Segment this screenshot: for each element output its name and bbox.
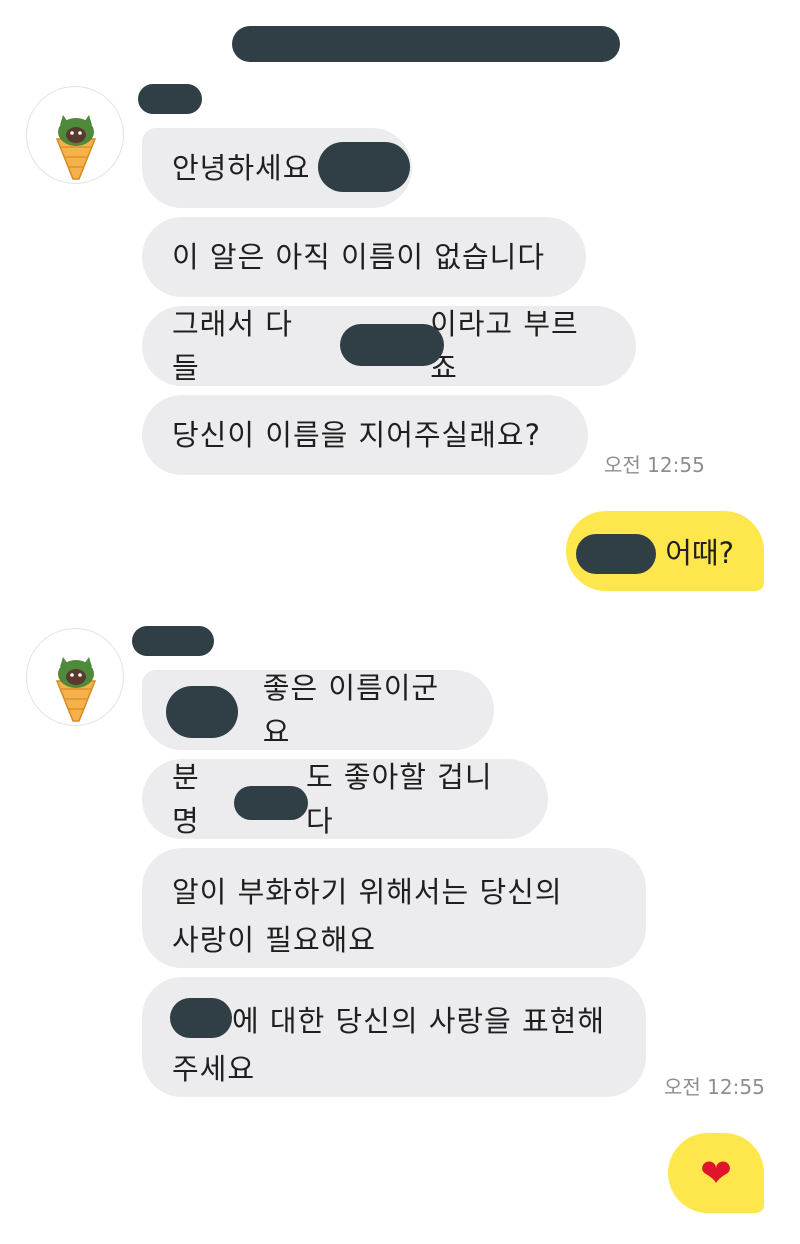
redacted-text [170,998,232,1038]
message-text-line: 사랑이 필요해요 [172,923,376,957]
heart-icon: ❤ [700,1151,732,1195]
message-text: 어때? [665,536,734,570]
redacted-sender-name [132,626,214,656]
message-bubble[interactable]: 알이 부화하기 위해서는 당신의 사랑이 필요해요 [142,848,646,968]
message-text: 그래서 다들 [172,307,293,385]
redacted-text [234,786,308,820]
redacted-text [340,324,444,366]
sender-avatar[interactable] [26,86,124,184]
message-bubble[interactable]: 분명 도 좋아할 겁니다 [142,759,548,839]
message-text: 당신이 이름을 지어주실래요? [172,418,541,452]
message-text-line: 알이 부화하기 위해서는 당신의 [172,875,563,909]
message-text: 안녕하세요 [172,151,311,185]
message-text: 도 좋아할 겁니다 [306,760,493,838]
message-bubble[interactable]: 이 알은 아직 이름이 없습니다 [142,217,586,297]
redacted-chat-title [232,26,620,62]
redacted-text [166,686,238,738]
message-timestamp: 오전 12:55 [604,453,705,477]
redacted-text [576,534,656,574]
message-bubble[interactable]: 당신이 이름을 지어주실래요? [142,395,588,475]
egg-character-icon [55,115,97,180]
egg-character-icon [55,657,97,722]
message-text: 이 알은 아직 이름이 없습니다 [172,240,546,274]
message-timestamp: 오전 12:55 [664,1075,765,1099]
redacted-sender-name [138,84,202,114]
message-text-line: 에 대한 당신의 사랑을 표현해 [172,997,605,1045]
message-text-line: 주세요 [172,1052,256,1086]
redacted-text [318,142,410,192]
message-text: 이라고 부르죠 [430,307,579,385]
my-message-bubble[interactable]: ❤ [668,1133,764,1213]
sender-avatar[interactable] [26,628,124,726]
message-text: 에 대한 당신의 사랑을 표현해 [232,1004,606,1038]
message-text: 분명 [172,760,200,838]
message-text: 좋은 이름이군요 [262,671,440,749]
